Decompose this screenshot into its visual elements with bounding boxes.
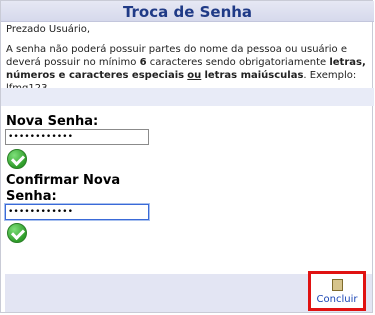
rules-min-chars: 6	[139, 57, 147, 68]
confirm-password-label: Confirmar Nova Senha:	[6, 173, 120, 205]
confirm-password-label-line2: Senha:	[6, 189, 57, 204]
confirm-password-label-line1: Confirmar Nova	[6, 173, 121, 188]
new-password-field[interactable]: ••••••••••••	[5, 129, 149, 145]
change-password-panel: Troca de Senha Prezado Usuário, A senha …	[0, 0, 374, 313]
title-bar: Troca de Senha	[1, 1, 374, 22]
rules-upper: letras maiúsculas	[204, 70, 304, 81]
confirm-password-field[interactable]: ••••••••••••	[5, 204, 149, 220]
check-circle-icon	[7, 149, 27, 169]
document-icon	[332, 279, 343, 291]
new-password-label: Nova Senha:	[6, 114, 99, 129]
section-divider	[1, 88, 374, 106]
concluir-button[interactable]: Concluir	[308, 271, 366, 311]
rules-part2: caracteres sendo obrigatoriamente	[146, 57, 330, 68]
concluir-label: Concluir	[316, 294, 358, 305]
rules-or: ou	[187, 70, 202, 81]
page-title: Troca de Senha	[122, 3, 253, 21]
greeting-text: Prezado Usuário,	[6, 24, 91, 35]
check-circle-icon	[7, 223, 27, 243]
